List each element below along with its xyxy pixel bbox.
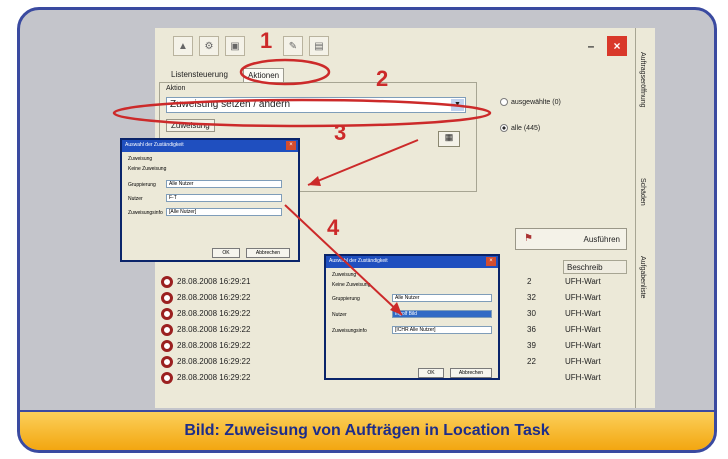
callout-number-4: 4 — [327, 215, 340, 240]
callout-number-2: 2 — [376, 66, 389, 91]
arrow-4-line — [284, 204, 403, 316]
annotation-overlay — [112, 58, 492, 316]
arrow-3-line — [307, 139, 419, 186]
callout-ellipse-tab — [239, 58, 331, 86]
caption-banner: Bild: Zuweisung von Aufträgen in Locatio… — [20, 410, 714, 450]
figure-frame: ▲ ⚙ ▣ ✎ ▤ – × Listensteuerung Aktionen A… — [17, 7, 717, 453]
caption-text: Bild: Zuweisung von Aufträgen in Locatio… — [184, 422, 550, 439]
callout-number-1: 1 — [260, 28, 273, 53]
arrow-4-head — [390, 302, 402, 315]
callout-ellipse-combo — [112, 98, 492, 128]
callout-number-3: 3 — [334, 120, 347, 145]
arrow-3-head — [308, 176, 321, 186]
